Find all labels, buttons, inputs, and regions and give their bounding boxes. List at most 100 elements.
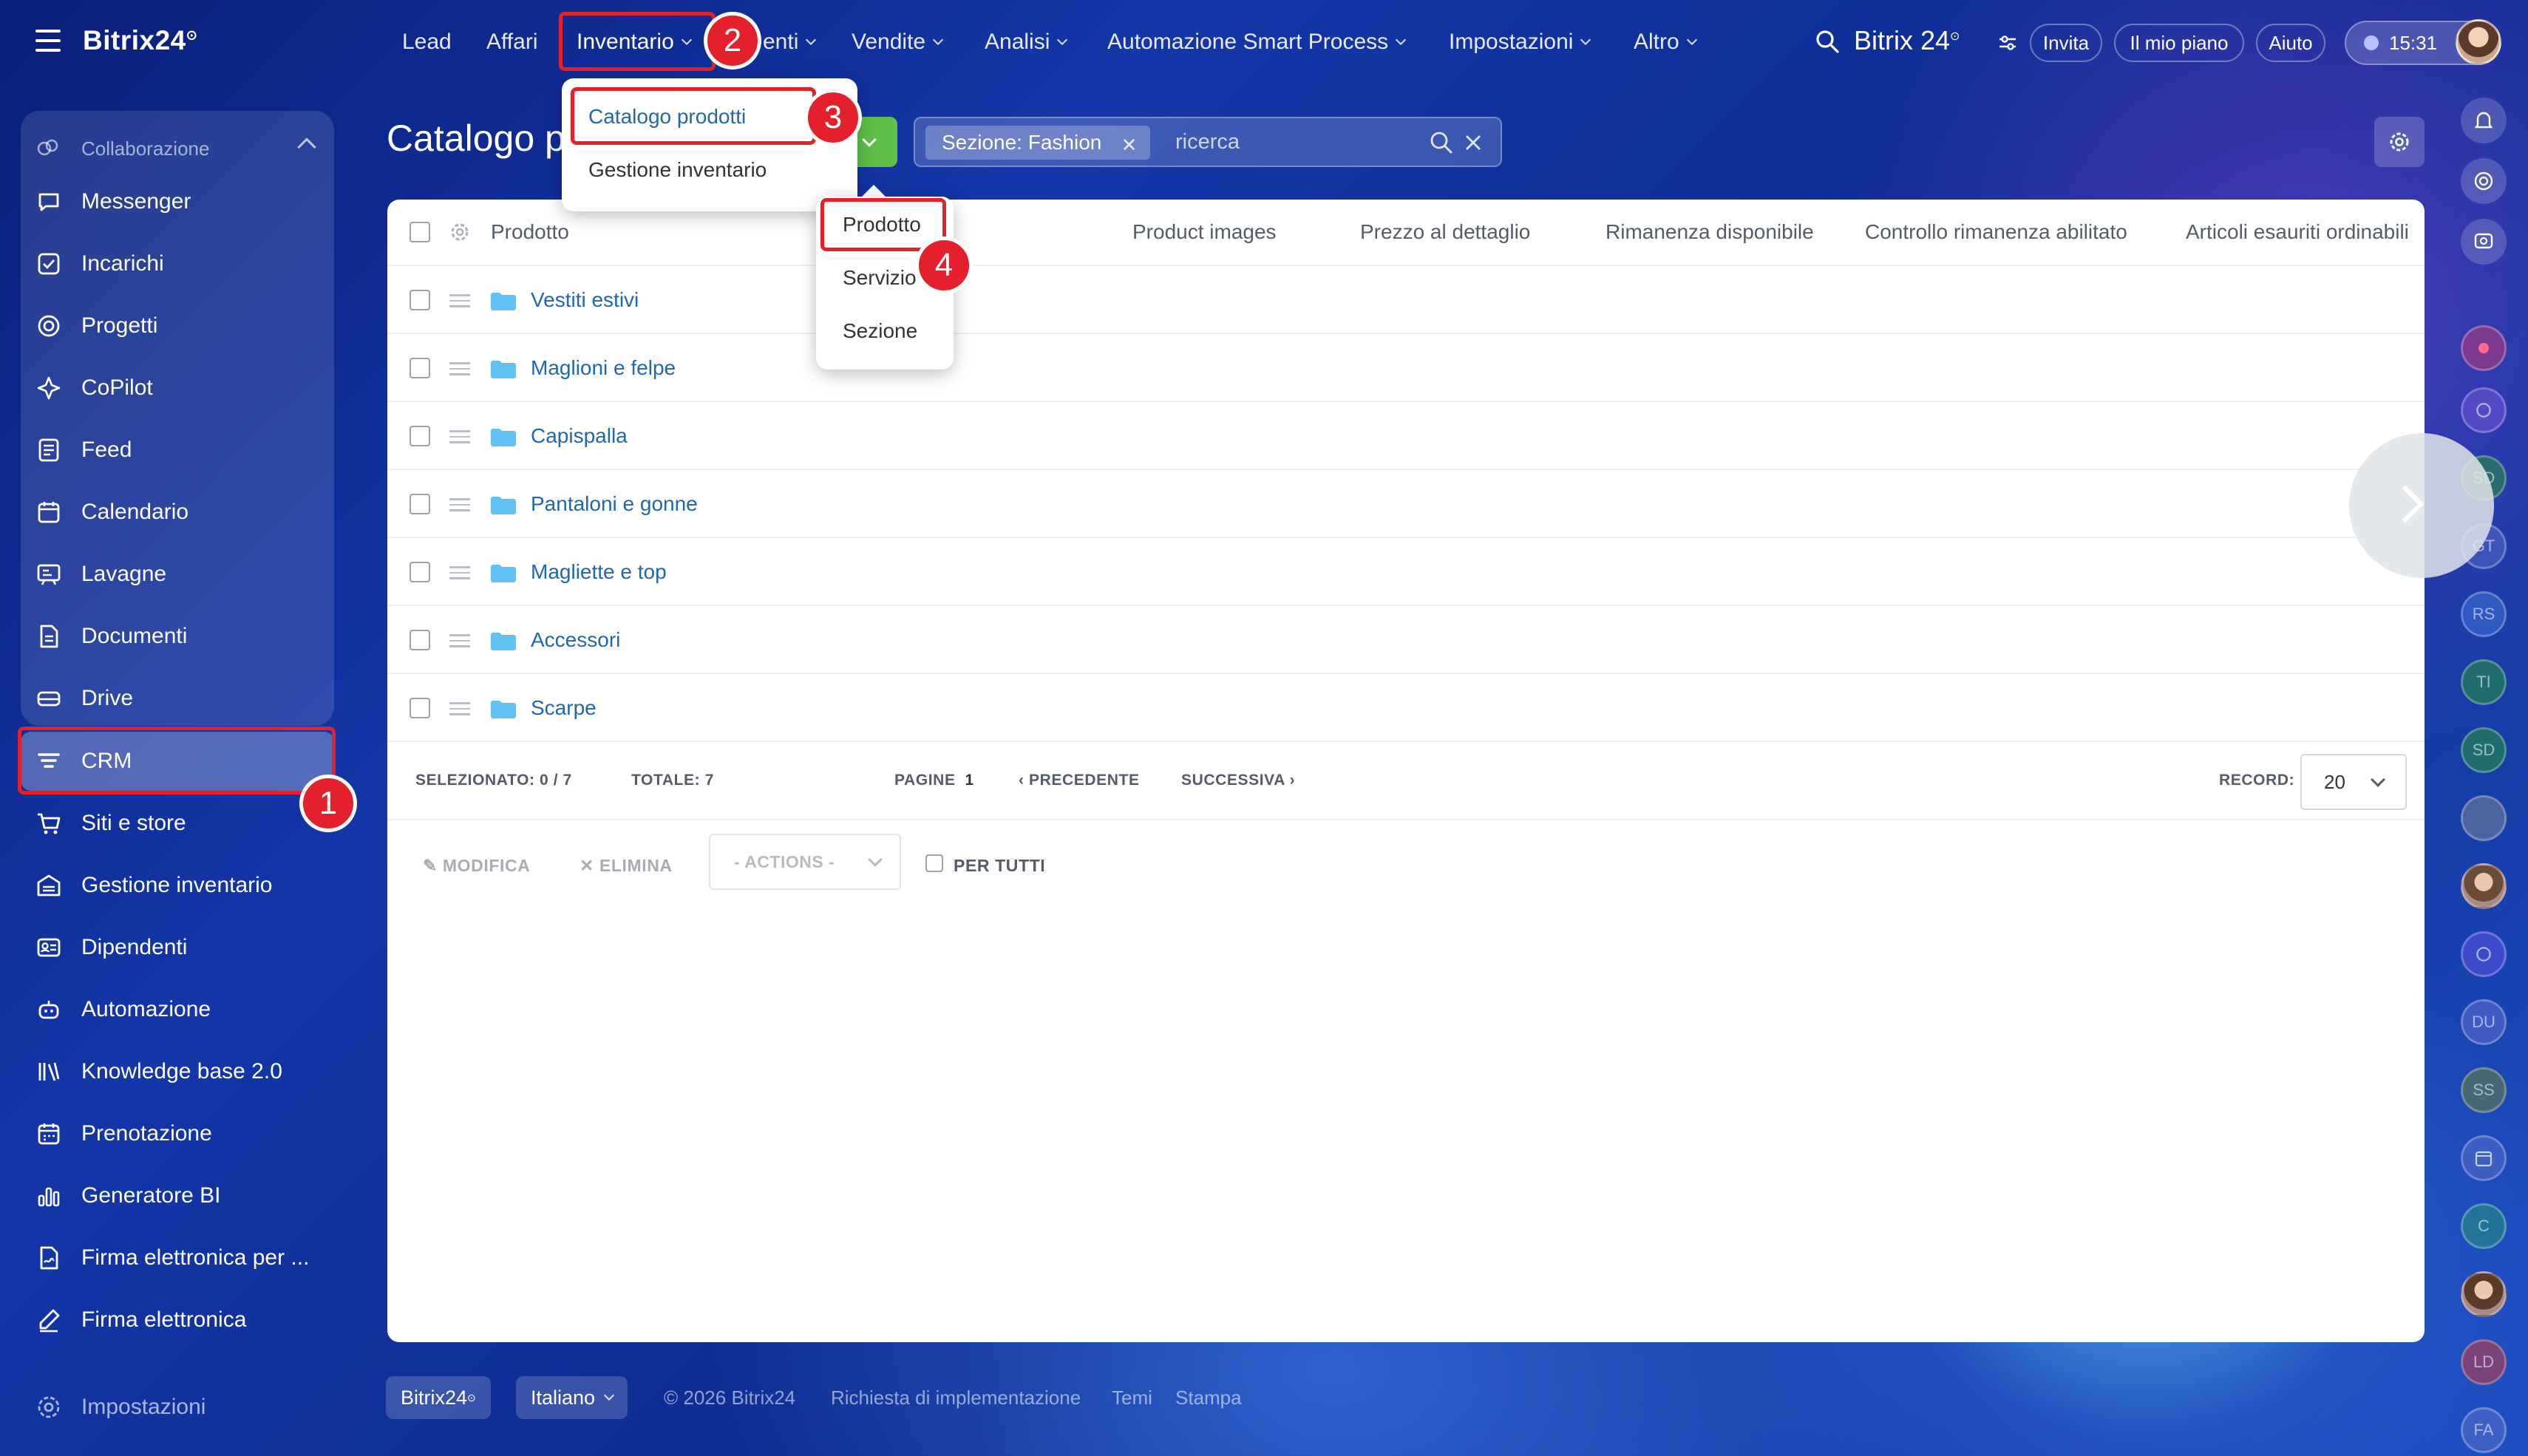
sidebar-item-tasks[interactable]: Incarichi xyxy=(21,234,334,293)
sidebar-item-e-signature[interactable]: Firma elettronica xyxy=(21,1290,334,1350)
actions-select[interactable]: - ACTIONS - xyxy=(709,834,901,890)
footer-link-print[interactable]: Stampa xyxy=(1175,1387,1242,1409)
tab-settings[interactable]: Impostazioni xyxy=(1449,30,1591,55)
next-slide-button[interactable] xyxy=(2349,433,2494,578)
chat-avatar-rs[interactable]: RS xyxy=(2461,591,2507,637)
chat-avatar-fa[interactable]: FA xyxy=(2461,1407,2507,1453)
drag-handle-icon[interactable] xyxy=(449,634,470,651)
menu-item-inventory-management[interactable]: Gestione inventario xyxy=(588,158,767,182)
filter-chip[interactable]: Sezione: Fashion ✕ xyxy=(925,126,1151,160)
section-link[interactable]: Vestiti estivi xyxy=(531,288,639,312)
sidebar-item-bi-builder[interactable]: Generatore BI xyxy=(21,1166,334,1225)
next-page-button[interactable]: SUCCESSIVA › xyxy=(1181,772,1295,789)
sidebar-item-inventory[interactable]: Gestione inventario xyxy=(21,856,334,915)
chat-avatar-ld[interactable]: LD xyxy=(2461,1339,2507,1385)
section-link[interactable]: Accessori xyxy=(531,628,620,652)
invite-button[interactable]: Invita xyxy=(2030,24,2102,62)
footer-link-themes[interactable]: Temi xyxy=(1112,1387,1152,1409)
sidebar-item-feed[interactable]: Feed xyxy=(21,421,334,480)
sidebar-item-knowledge-base[interactable]: Knowledge base 2.0 xyxy=(21,1042,334,1101)
menu-icon[interactable] xyxy=(35,30,61,52)
sidebar-item-booking[interactable]: Prenotazione xyxy=(21,1104,334,1163)
section-link[interactable]: Capispalla xyxy=(531,424,628,448)
table-row[interactable]: Magliette e top xyxy=(387,538,2425,606)
column-stock-control[interactable]: Controllo rimanenza abilitato xyxy=(1865,220,2127,244)
app-logo[interactable]: Bitrix24⊙ xyxy=(83,25,197,56)
drag-handle-icon[interactable] xyxy=(449,362,470,379)
sidebar-item-employees[interactable]: Dipendenti xyxy=(21,918,334,977)
for-all-checkbox[interactable] xyxy=(925,854,943,872)
chat-avatar-sd-2[interactable]: SD xyxy=(2461,727,2507,773)
column-product-images[interactable]: Product images xyxy=(1132,220,1277,244)
page-settings-button[interactable] xyxy=(2374,117,2425,167)
drag-handle-icon[interactable] xyxy=(449,566,470,583)
chat-avatar-photo-3[interactable] xyxy=(2461,1271,2507,1317)
search-bar[interactable]: Sezione: Fashion ✕ ricerca xyxy=(914,117,1502,167)
menu-item-service[interactable]: Servizio xyxy=(843,266,917,290)
prev-page-button[interactable]: ‹ PRECEDENTE xyxy=(1019,772,1140,789)
drag-handle-icon[interactable] xyxy=(449,702,470,719)
section-link[interactable]: Magliette e top xyxy=(531,560,667,584)
chat-avatar-copilot-2[interactable] xyxy=(2461,931,2507,977)
search-chats-icon[interactable] xyxy=(2461,219,2507,265)
edit-button[interactable]: ✎ MODIFICA xyxy=(423,856,530,876)
row-checkbox[interactable] xyxy=(410,562,430,582)
close-icon[interactable]: ✕ xyxy=(1121,134,1138,157)
tab-deals[interactable]: Affari xyxy=(486,30,537,55)
drag-handle-icon[interactable] xyxy=(449,498,470,515)
search-icon[interactable] xyxy=(1428,129,1455,156)
chat-avatar-c[interactable]: C xyxy=(2461,1203,2507,1249)
section-link[interactable]: Scarpe xyxy=(531,696,597,720)
sidebar-item-automation[interactable]: Automazione xyxy=(21,980,334,1039)
sidebar-item-sites-store[interactable]: Siti e store xyxy=(21,794,334,853)
row-checkbox[interactable] xyxy=(410,630,430,650)
row-checkbox[interactable] xyxy=(410,358,430,378)
row-checkbox[interactable] xyxy=(410,698,430,718)
chat-avatar-copilot[interactable] xyxy=(2461,387,2507,433)
select-all-checkbox[interactable] xyxy=(410,222,430,242)
sliders-icon[interactable] xyxy=(1997,33,2018,53)
chat-avatar-ss[interactable]: SS xyxy=(2461,1067,2507,1113)
copilot-chat-icon[interactable] xyxy=(2461,158,2507,204)
sidebar-item-settings[interactable]: Impostazioni xyxy=(21,1378,334,1437)
search-icon[interactable] xyxy=(1814,28,1841,55)
footer-link-implementation[interactable]: Richiesta di implementazione xyxy=(831,1387,1081,1409)
sidebar-item-projects[interactable]: Progetti xyxy=(21,296,334,356)
column-product[interactable]: Prodotto xyxy=(491,220,569,244)
chat-avatar-photo-2[interactable] xyxy=(2461,863,2507,909)
my-plan-button[interactable]: Il mio piano xyxy=(2114,24,2244,62)
sidebar-item-documents[interactable]: Documenti xyxy=(21,607,334,666)
tab-clients[interactable]: enti xyxy=(763,30,817,55)
sidebar-item-messenger[interactable]: Messenger xyxy=(21,172,334,231)
delete-button[interactable]: ✕ ELIMINA xyxy=(580,856,673,876)
calendar-icon[interactable] xyxy=(2461,1135,2507,1181)
collaboration-group-header[interactable]: Collaborazione xyxy=(35,130,324,167)
search-input[interactable]: ricerca xyxy=(1175,130,1240,154)
sidebar-item-calendar[interactable]: Calendario xyxy=(21,483,334,542)
drag-handle-icon[interactable] xyxy=(449,294,470,311)
gear-icon[interactable] xyxy=(448,220,472,244)
table-row[interactable]: Vestiti estivi xyxy=(387,266,2425,334)
sidebar-item-copilot[interactable]: CoPilot xyxy=(21,358,334,418)
chat-avatar-red[interactable] xyxy=(2461,325,2507,371)
section-link[interactable]: Maglioni e felpe xyxy=(531,356,676,380)
sidebar-item-whiteboards[interactable]: Lavagne xyxy=(21,545,334,604)
tab-analytics[interactable]: Analisi xyxy=(985,30,1068,55)
table-row[interactable]: Maglioni e felpe xyxy=(387,334,2425,402)
table-row[interactable]: Pantaloni e gonne xyxy=(387,470,2425,538)
chat-avatar-photo-1[interactable] xyxy=(2461,795,2507,841)
bell-icon[interactable] xyxy=(2461,98,2507,143)
section-link[interactable]: Pantaloni e gonne xyxy=(531,492,698,516)
tab-lead[interactable]: Lead xyxy=(402,30,452,55)
language-select[interactable]: Italiano xyxy=(516,1376,628,1419)
column-retail-price[interactable]: Prezzo al dettaglio xyxy=(1360,220,1530,244)
tab-smart-process-automation[interactable]: Automazione Smart Process xyxy=(1107,30,1407,55)
help-button[interactable]: Aiuto xyxy=(2256,24,2325,62)
column-out-of-stock-orderable[interactable]: Articoli esauriti ordinabili xyxy=(2186,220,2409,244)
sidebar-item-drive[interactable]: Drive xyxy=(21,669,334,728)
table-row[interactable]: Accessori xyxy=(387,606,2425,674)
sidebar-item-e-signature-for[interactable]: Firma elettronica per ... xyxy=(21,1228,334,1287)
row-checkbox[interactable] xyxy=(410,290,430,310)
chat-avatar-ti[interactable]: TI xyxy=(2461,659,2507,705)
menu-item-section[interactable]: Sezione xyxy=(843,319,917,343)
